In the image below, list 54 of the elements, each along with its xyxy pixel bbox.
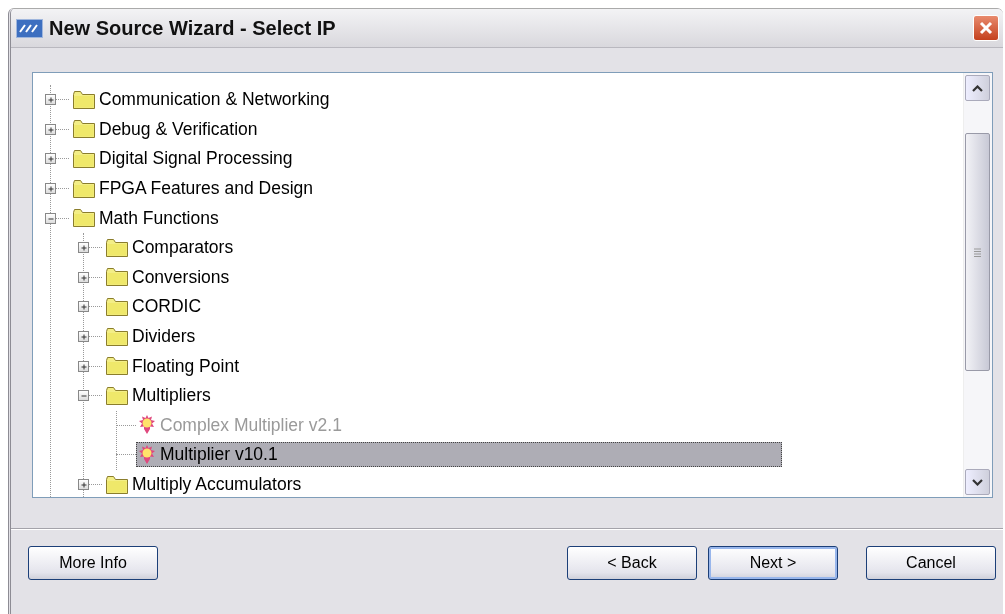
expand-icon[interactable] [45, 94, 56, 106]
folder-icon [106, 268, 128, 287]
next-button[interactable]: Next > [708, 546, 838, 580]
folder-icon [73, 120, 95, 139]
expand-icon[interactable] [78, 301, 89, 313]
tree-item[interactable]: Comparators [102, 235, 238, 261]
lightbulb-icon [138, 444, 156, 465]
scroll-thumb[interactable] [965, 133, 990, 371]
expand-icon[interactable] [78, 360, 89, 372]
tree-item[interactable]: Debug & Verification [69, 116, 262, 142]
tree-item[interactable]: FPGA Features and Design [69, 176, 317, 202]
tree-item[interactable]: Dividers [102, 324, 200, 350]
tree-item[interactable]: Multiply Accumulators [102, 472, 306, 497]
collapse-icon[interactable] [78, 390, 89, 402]
tree-item[interactable]: Conversions [102, 264, 234, 290]
folder-icon [106, 327, 128, 346]
lightbulb-icon [138, 415, 156, 436]
tree-item[interactable]: Math Functions [69, 205, 223, 231]
tree-item[interactable]: CORDIC [102, 294, 206, 320]
expand-icon[interactable] [78, 271, 89, 283]
expand-icon[interactable] [78, 331, 89, 343]
scroll-down-button[interactable] [965, 469, 990, 495]
vertical-scrollbar[interactable] [963, 73, 992, 497]
collapse-icon[interactable] [45, 212, 56, 224]
window-title: New Source Wizard - Select IP [49, 16, 336, 40]
expand-icon[interactable] [45, 183, 56, 195]
caret-up-icon [972, 84, 983, 92]
cancel-button[interactable]: Cancel [866, 546, 996, 580]
tree-item[interactable]: Multiplier v10.1 [136, 442, 782, 468]
scroll-up-button[interactable] [965, 75, 990, 101]
expand-icon[interactable] [78, 242, 89, 254]
expand-icon[interactable] [45, 123, 56, 135]
expand-icon[interactable] [78, 479, 89, 490]
folder-icon [73, 209, 95, 228]
tree-item[interactable]: Multipliers [102, 383, 215, 409]
folder-icon [73, 90, 95, 109]
close-button[interactable] [973, 15, 999, 41]
folder-icon [106, 475, 128, 494]
grip-icon [974, 247, 981, 257]
more-info-button[interactable]: More Info [28, 546, 158, 580]
folder-icon [106, 386, 128, 405]
close-icon [979, 21, 993, 35]
expand-icon[interactable] [45, 153, 56, 165]
folder-icon [106, 238, 128, 257]
app-icon [16, 18, 43, 38]
caret-down-icon [972, 478, 983, 486]
tree-item[interactable]: Digital Signal Processing [69, 146, 297, 172]
tree-item[interactable]: Floating Point [102, 353, 243, 379]
tree-item[interactable]: Communication & Networking [69, 87, 334, 113]
folder-icon [73, 179, 95, 198]
folder-icon [106, 297, 128, 316]
folder-icon [73, 150, 95, 168]
folder-icon [106, 357, 128, 376]
back-button[interactable]: < Back [567, 546, 697, 580]
